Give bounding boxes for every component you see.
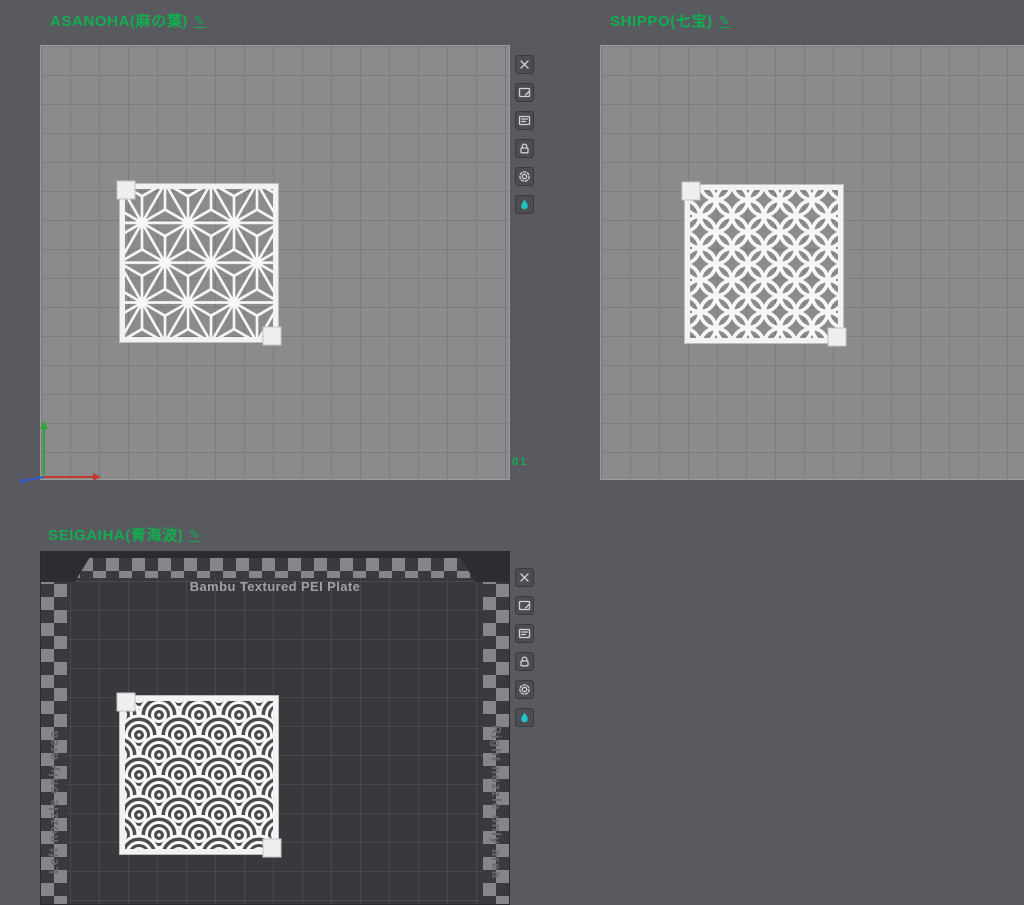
edit-title-icon[interactable]: ✎ [189, 528, 201, 542]
plate-title-text: SHIPPO(七宝) [610, 13, 713, 30]
edit-plate-icon[interactable] [515, 83, 534, 102]
plate-title-seigaiha: SEIGAIHA(青海波) ✎ [48, 524, 201, 545]
edit-plate-icon[interactable] [515, 596, 534, 615]
tile-corner-tab [681, 181, 701, 201]
rename-plate-icon[interactable] [515, 111, 534, 130]
tile-corner-tab [262, 326, 282, 346]
delete-plate-icon[interactable] [515, 55, 534, 74]
plate-top-edge [41, 552, 509, 558]
left-nozzle-area-label: Left nozzle only area [47, 730, 61, 874]
lock-plate-icon[interactable] [515, 652, 534, 671]
edit-title-icon[interactable]: ✎ [718, 14, 731, 28]
edit-title-icon[interactable]: ✎ [194, 14, 206, 28]
build-plate-3[interactable]: Bambu Textured PEI Plate Left nozzle onl… [40, 551, 510, 905]
plate-3-toolbar [515, 568, 534, 727]
plate-title-shippo: SHIPPO(七宝) ✎ [610, 10, 731, 31]
plate-title-text: SEIGAIHA(青海波) [48, 527, 184, 544]
settings-plate-icon[interactable] [515, 680, 534, 699]
settings-plate-icon[interactable] [515, 167, 534, 186]
build-plate-2[interactable] [600, 45, 1024, 480]
plate-type-label: Bambu Textured PEI Plate [189, 579, 361, 594]
tile-corner-tab [827, 327, 847, 347]
tile-corner-tab [262, 838, 282, 858]
tile-corner-tab [116, 692, 136, 712]
lock-plate-icon[interactable] [515, 139, 534, 158]
paint-plate-icon[interactable] [515, 195, 534, 214]
plate-number-badge: 01 [512, 456, 529, 468]
plate-title-text: ASANOHA(麻の葉) [50, 13, 189, 30]
plate-1-toolbar [515, 55, 534, 214]
tile-corner-tab [116, 180, 136, 200]
seigaiha-model[interactable] [116, 692, 282, 858]
plate-title-asanoha: ASANOHA(麻の葉) ✎ [50, 10, 206, 31]
axis-indicator [19, 421, 101, 484]
slicer-workspace: ASANOHA(麻の葉) ✎ 01 SHIPPO(七宝) ✎ SEIGAIHA(… [0, 0, 1024, 905]
rename-plate-icon[interactable] [515, 624, 534, 643]
delete-plate-icon[interactable] [515, 568, 534, 587]
right-nozzle-area-label: Right nozzle only area [489, 725, 503, 879]
paint-plate-icon[interactable] [515, 708, 534, 727]
asanoha-model[interactable] [116, 180, 282, 346]
plate-top-margin [41, 558, 509, 578]
shippo-model[interactable] [681, 181, 847, 347]
build-plate-1[interactable] [40, 45, 510, 480]
